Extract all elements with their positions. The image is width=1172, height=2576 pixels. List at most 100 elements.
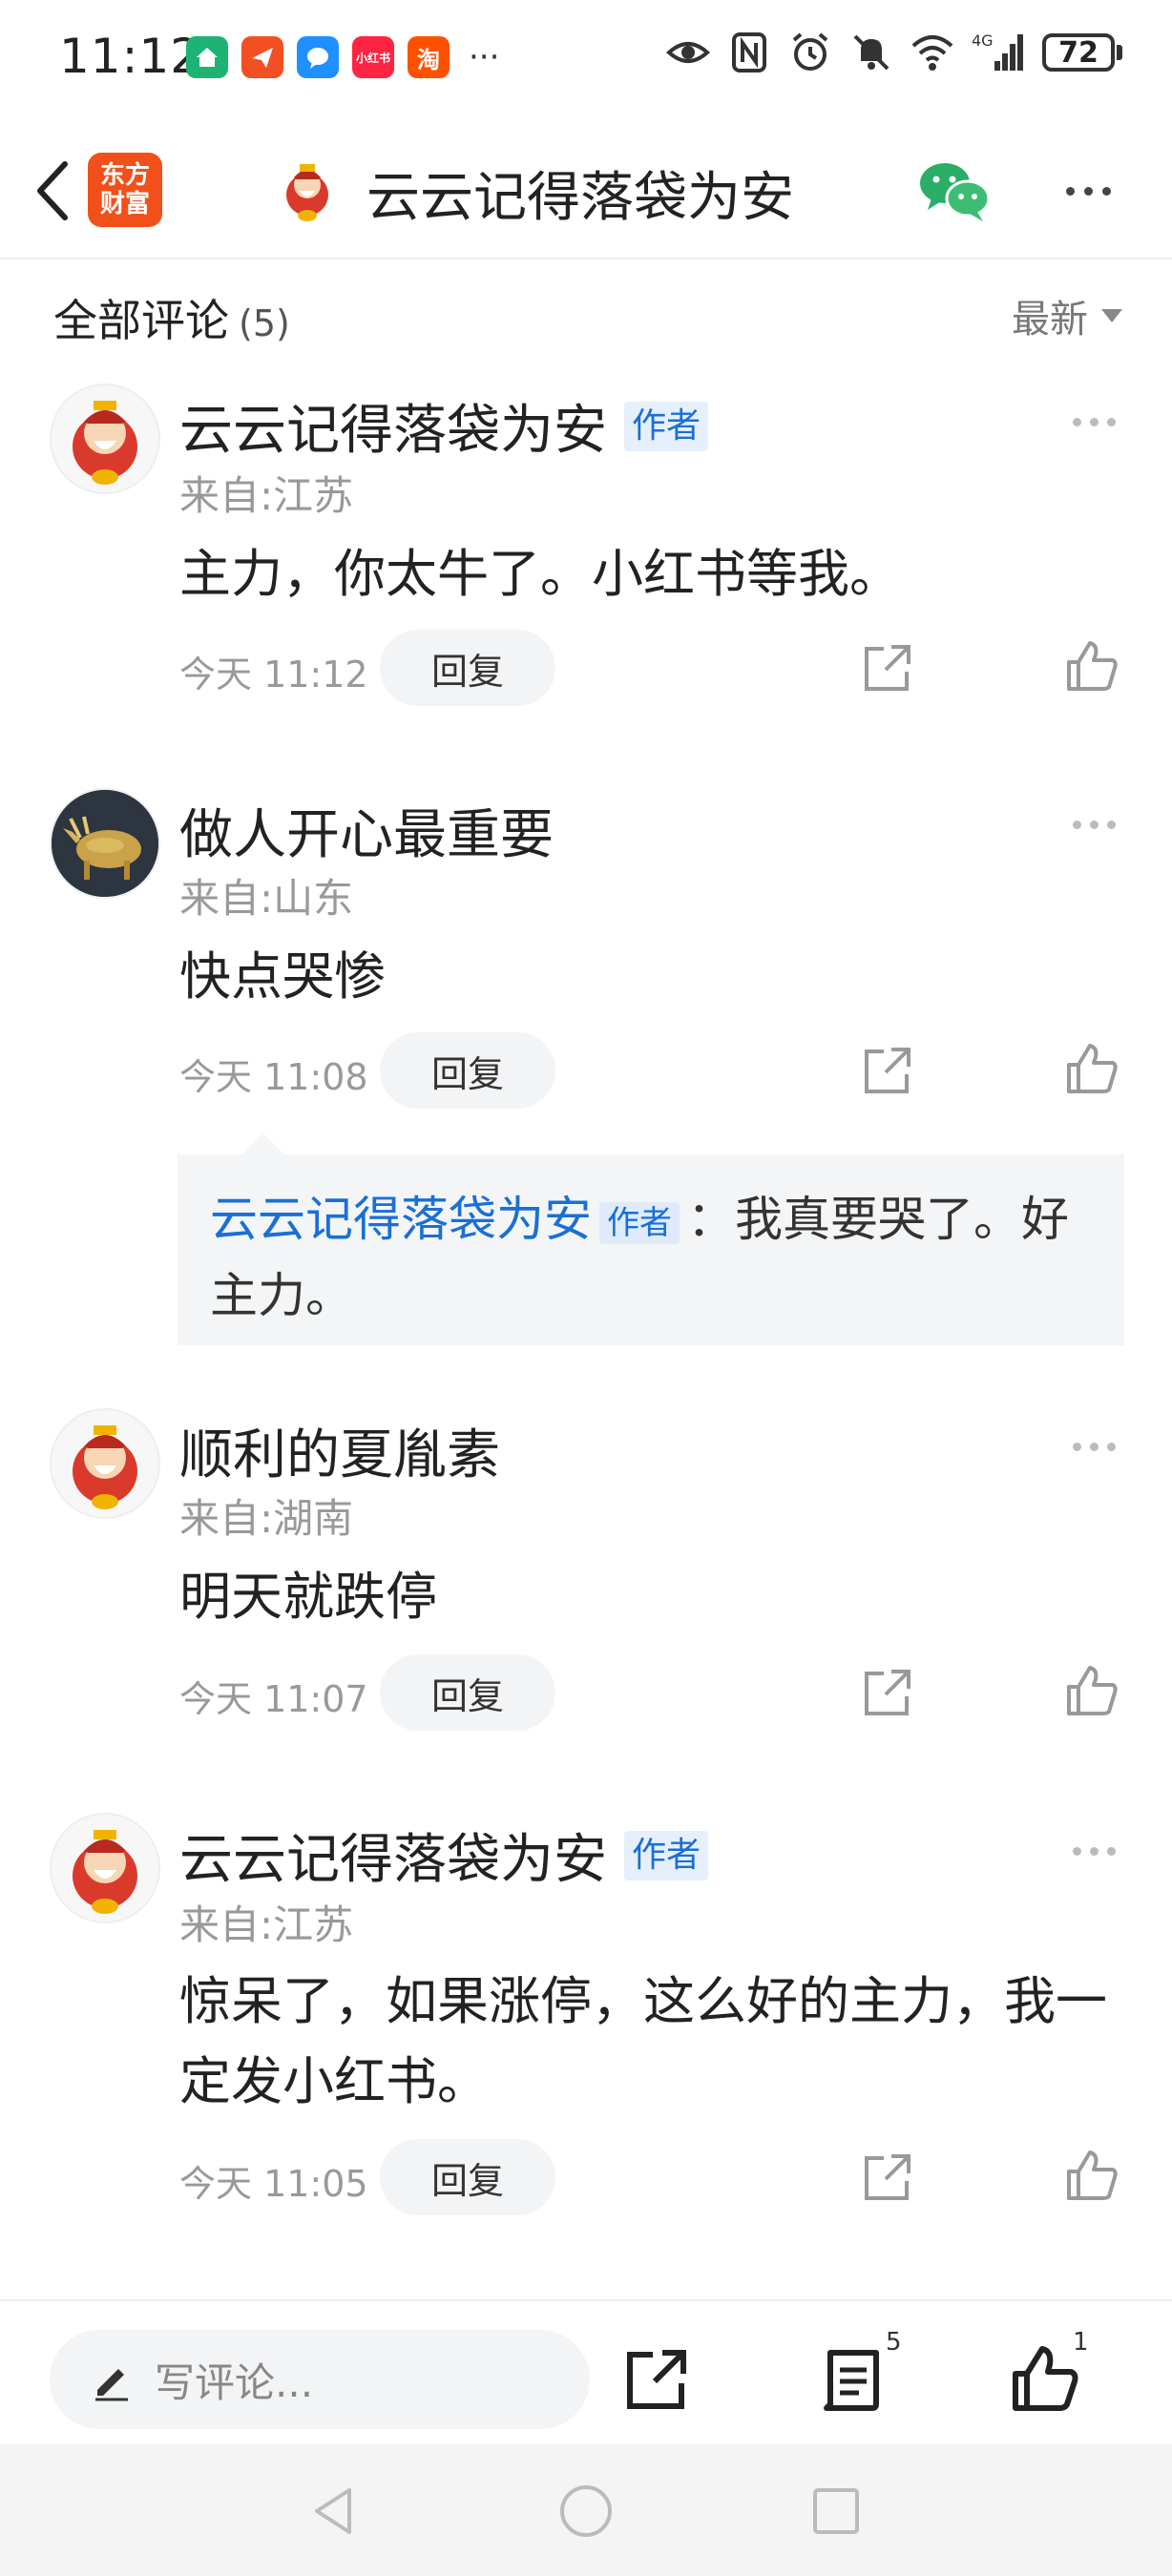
- like-button[interactable]: [1063, 1662, 1120, 1719]
- system-home-button[interactable]: [557, 2483, 615, 2540]
- comment-time: 今天 11:05: [179, 2163, 368, 2205]
- comment-text[interactable]: 惊呆了，如果涨停，这么好的主力，我一定发小红书。: [179, 1962, 1124, 2122]
- thumbs-up-icon: [1013, 2346, 1078, 2411]
- commenter-name[interactable]: 云云记得落袋为安 作者: [179, 1817, 709, 1894]
- more-dot-icon: [1107, 418, 1116, 426]
- status-time: 11:12: [59, 29, 202, 84]
- reply-author-name[interactable]: 云云记得落袋为安: [210, 1192, 592, 1247]
- more-dot-icon: [1073, 821, 1081, 829]
- like-button[interactable]: [1063, 2147, 1120, 2204]
- avatar[interactable]: [50, 788, 160, 899]
- brand-line2: 财富: [99, 190, 150, 218]
- author-badge: 作者: [599, 1201, 680, 1244]
- more-dot-icon: [1101, 186, 1111, 196]
- comments-header: 全部评论 (5): [53, 286, 290, 349]
- commenter-name-text: 顺利的夏胤素: [179, 1424, 500, 1486]
- nav-title: 云云记得落袋为安: [366, 167, 794, 229]
- system-recents-button[interactable]: [807, 2483, 865, 2540]
- commenter-name-text: 做人开心最重要: [179, 804, 554, 866]
- commenter-name[interactable]: 云云记得落袋为安 作者: [179, 387, 709, 465]
- mute-bell-icon: [849, 31, 893, 74]
- nested-reply[interactable]: 云云记得落袋为安 作者 ：我真要哭了。好主力。: [178, 1154, 1124, 1345]
- wechat-icon: [920, 163, 991, 221]
- battery-tip: [1117, 45, 1122, 60]
- sort-dropdown[interactable]: 最新: [1012, 288, 1122, 343]
- home-app-icon: [186, 36, 228, 78]
- like-article-button[interactable]: [1008, 2343, 1080, 2416]
- comments-count: (5): [239, 302, 290, 344]
- more-dot-icon: [1090, 1443, 1099, 1451]
- back-button[interactable]: [23, 153, 80, 229]
- reply-button[interactable]: 回复: [380, 1032, 555, 1109]
- status-more-icon: ···: [469, 38, 500, 76]
- comment-placeholder: 写评论...: [155, 2358, 314, 2406]
- taobao-app-icon: 淘: [408, 36, 450, 78]
- avatar[interactable]: [50, 1408, 160, 1519]
- comment-text[interactable]: 主力，你太牛了。小红书等我。: [179, 534, 1124, 614]
- system-navigation-bar: [0, 2444, 1172, 2576]
- write-comment-input[interactable]: 写评论...: [50, 2330, 590, 2429]
- like-button[interactable]: [1063, 637, 1120, 695]
- more-dot-icon: [1090, 418, 1099, 426]
- wifi-icon: [910, 31, 954, 74]
- share-icon: [627, 2350, 686, 2409]
- share-icon: [865, 1670, 910, 1715]
- more-dot-icon: [1073, 418, 1081, 426]
- chat-bubble-app-icon: [297, 36, 339, 78]
- share-icon: [865, 1048, 910, 1093]
- author-badge: 作者: [624, 401, 709, 451]
- wechat-share-button[interactable]: [916, 156, 993, 225]
- reply-button[interactable]: 回复: [380, 1654, 555, 1731]
- brand-line1: 东方: [99, 161, 150, 190]
- chevron-left-icon: [37, 161, 68, 220]
- comment-count-badge: 5: [886, 2328, 902, 2357]
- eye-icon: [666, 31, 710, 74]
- paper-plane-app-icon: [241, 36, 283, 78]
- sort-label: 最新: [1012, 298, 1088, 342]
- brand-logo[interactable]: 东方 财富: [88, 153, 162, 227]
- comments-title: 全部评论: [53, 295, 229, 346]
- like-button[interactable]: [1063, 1040, 1120, 1097]
- bottom-action-bar: 写评论... 5 1: [0, 2299, 1172, 2446]
- status-bar: 11:12 小红书 淘 ··· 4G 72: [0, 0, 1172, 114]
- thumbs-up-icon: [1067, 1044, 1118, 1093]
- share-article-button[interactable]: [620, 2343, 693, 2416]
- comment-more-button[interactable]: [1073, 1443, 1116, 1451]
- share-icon: [865, 645, 910, 691]
- comment-location: 来自:江苏: [179, 472, 354, 519]
- system-back-button[interactable]: [305, 2483, 363, 2540]
- comment-text[interactable]: 快点哭惨: [179, 937, 1124, 1017]
- avatar[interactable]: [50, 384, 160, 494]
- comment-location: 来自:山东: [179, 875, 354, 922]
- more-options-button[interactable]: [1050, 156, 1126, 225]
- comment-more-button[interactable]: [1073, 418, 1116, 426]
- share-button[interactable]: [859, 639, 916, 696]
- share-button[interactable]: [859, 1042, 916, 1099]
- comment-text[interactable]: 明天就跌停: [179, 1557, 1124, 1637]
- alarm-icon: [788, 31, 832, 74]
- circle-home-icon: [560, 2485, 612, 2537]
- top-nav: 东方 财富 云云记得落袋为安: [0, 134, 1172, 260]
- thumbs-up-icon: [1067, 1666, 1118, 1715]
- comment-more-button[interactable]: [1073, 821, 1116, 829]
- more-dot-icon: [1090, 1847, 1099, 1856]
- thumbs-up-icon: [1067, 2150, 1118, 2200]
- avatar[interactable]: [50, 1813, 160, 1923]
- nav-avatar[interactable]: [273, 156, 342, 225]
- commenter-name-text: 云云记得落袋为安: [179, 400, 607, 462]
- share-button[interactable]: [859, 1664, 916, 1721]
- commenter-name[interactable]: 顺利的夏胤素: [179, 1412, 500, 1489]
- share-button[interactable]: [859, 2149, 916, 2206]
- square-recents-icon: [813, 2488, 859, 2534]
- more-dot-icon: [1073, 1847, 1081, 1856]
- status-indicators: 4G 72: [666, 31, 1122, 74]
- comment-more-button[interactable]: [1073, 1847, 1116, 1856]
- more-dot-icon: [1090, 821, 1099, 829]
- commenter-name-text: 云云记得落袋为安: [179, 1829, 607, 1891]
- reply-button[interactable]: 回复: [380, 2139, 555, 2215]
- comments-button[interactable]: [817, 2343, 889, 2416]
- reply-button[interactable]: 回复: [380, 630, 555, 706]
- more-dot-icon: [1065, 186, 1075, 196]
- commenter-name[interactable]: 做人开心最重要: [179, 792, 554, 869]
- triangle-down-icon: [1101, 309, 1122, 322]
